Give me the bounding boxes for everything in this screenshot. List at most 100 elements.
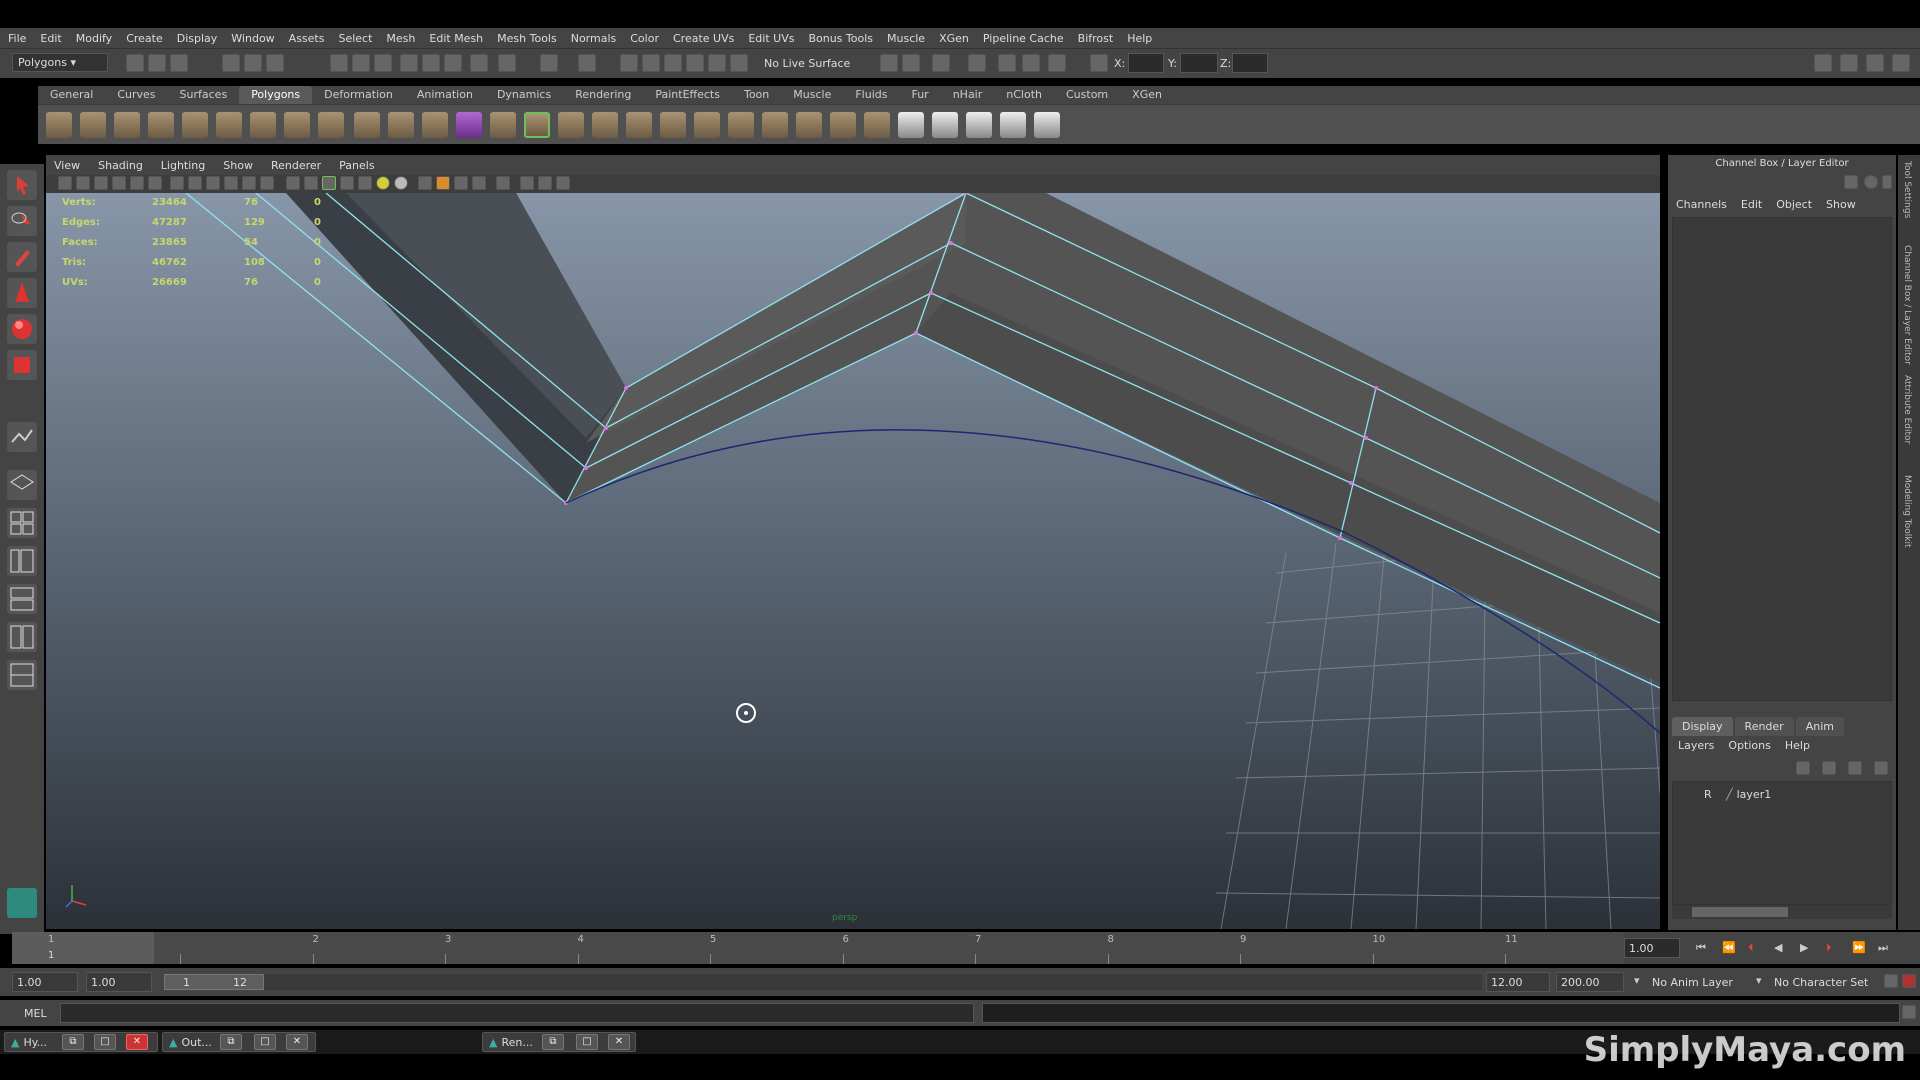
lasso-tool-icon[interactable] (7, 206, 37, 236)
new-layer-selected-icon[interactable] (1822, 761, 1836, 775)
move-tool-icon[interactable] (7, 278, 37, 308)
duplicate-face-icon[interactable] (830, 112, 856, 138)
layer-row[interactable]: R ╱ layer1 (1672, 785, 1884, 803)
camera-attributes-icon[interactable] (76, 176, 90, 190)
automatic-mapping-icon[interactable] (1000, 112, 1026, 138)
select-tool-icon[interactable] (7, 170, 37, 200)
new-scene-icon[interactable] (126, 54, 144, 72)
layer-list-scrollbar[interactable] (1672, 905, 1892, 919)
ambient-occlusion-icon[interactable] (436, 176, 450, 190)
shelf-tab-ncloth[interactable]: nCloth (994, 86, 1054, 104)
poke-icon[interactable] (796, 112, 822, 138)
channel-box-pin-icon[interactable] (1844, 175, 1858, 189)
persp-graph-layout-icon[interactable] (7, 584, 37, 614)
play-forwards-icon[interactable]: ▶ (1800, 941, 1808, 954)
channel-box-menu-channels[interactable]: Channels (1676, 198, 1727, 211)
shelf-tab-painteffects[interactable]: PaintEffects (643, 86, 732, 104)
menu-bifrost[interactable]: Bifrost (1078, 32, 1114, 45)
menu-normals[interactable]: Normals (571, 32, 617, 45)
panel-menu-shading[interactable]: Shading (98, 159, 143, 172)
paint-icon[interactable] (1022, 54, 1040, 72)
shelf-tab-toon[interactable]: Toon (732, 86, 781, 104)
snap-point-icon[interactable] (374, 54, 392, 72)
camera-icon[interactable] (968, 54, 986, 72)
maximize-icon[interactable]: □ (576, 1034, 598, 1050)
sculpt-icon[interactable] (998, 54, 1016, 72)
layer-tab-display[interactable]: Display (1672, 717, 1733, 736)
film-gate-icon[interactable] (188, 176, 202, 190)
layer-visibility-toggle[interactable] (1678, 787, 1696, 801)
render-frame-icon[interactable] (620, 54, 638, 72)
render-settings-icon[interactable] (664, 54, 682, 72)
smooth-shade-icon[interactable] (304, 176, 318, 190)
average-vertices-icon[interactable] (490, 112, 516, 138)
isolate-select-icon[interactable] (496, 176, 510, 190)
channel-box-settings-icon[interactable] (1882, 175, 1892, 189)
shelf-tab-fur[interactable]: Fur (899, 86, 940, 104)
soft-select-icon[interactable] (902, 54, 920, 72)
insert-edge-loop-icon[interactable] (524, 112, 550, 138)
menu-file[interactable]: File (8, 32, 26, 45)
merge-icon[interactable] (728, 112, 754, 138)
wireframe-on-shaded-icon[interactable] (322, 176, 336, 190)
step-forward-key-icon[interactable]: ⏵ (1826, 941, 1832, 955)
show-manipulator-icon[interactable] (932, 54, 950, 72)
character-set-chevron-icon[interactable]: ▾ (1756, 974, 1762, 987)
spherical-mapping-icon[interactable] (966, 112, 992, 138)
playback-end-field[interactable]: 12.00 (1486, 972, 1550, 992)
panel-menu-lighting[interactable]: Lighting (161, 159, 205, 172)
smooth-icon[interactable] (456, 112, 482, 138)
menu-create[interactable]: Create (126, 32, 163, 45)
xray-joints-icon[interactable] (520, 176, 534, 190)
side-tab-modeling-toolkit[interactable]: Modeling Toolkit (1902, 475, 1912, 548)
playback-start-field[interactable]: 1.00 (86, 972, 152, 992)
toggle-channel-box-icon[interactable] (1892, 54, 1910, 72)
channel-box-key-icon[interactable] (1864, 175, 1878, 189)
anim-layer-chevron-icon[interactable]: ▾ (1634, 974, 1640, 987)
panel-menu-renderer[interactable]: Renderer (271, 159, 321, 172)
menu-edit-uvs[interactable]: Edit UVs (748, 32, 794, 45)
select-component-icon[interactable] (266, 54, 284, 72)
anim-layer-label[interactable]: No Anim Layer (1652, 976, 1733, 989)
persp-outliner-layout-icon[interactable] (7, 546, 37, 576)
history-icon[interactable] (444, 54, 462, 72)
anti-aliasing-icon[interactable] (472, 176, 486, 190)
move-layer-up-icon[interactable] (1848, 761, 1862, 775)
panel-menu-panels[interactable]: Panels (339, 159, 374, 172)
poly-pyramid-icon[interactable] (250, 112, 276, 138)
command-input[interactable] (60, 1003, 974, 1023)
menu-edit-mesh[interactable]: Edit Mesh (429, 32, 483, 45)
menu-modify[interactable]: Modify (76, 32, 112, 45)
menu-assets[interactable]: Assets (289, 32, 325, 45)
scale-tool-icon[interactable] (7, 350, 37, 380)
snap-curve-icon[interactable] (352, 54, 370, 72)
animation-start-field[interactable]: 1.00 (12, 972, 78, 992)
range-slider-track[interactable] (264, 974, 1482, 990)
play-backwards-icon[interactable]: ◀ (1774, 941, 1782, 954)
xray-active-components-icon[interactable] (538, 176, 552, 190)
open-scene-icon[interactable] (148, 54, 166, 72)
viewport-renderer-icon[interactable] (556, 176, 570, 190)
panel-menu-show[interactable]: Show (223, 159, 253, 172)
bridge-icon[interactable] (592, 112, 618, 138)
single-pane-layout-icon[interactable] (7, 470, 37, 500)
layer-scrollbar-thumb[interactable] (1692, 907, 1788, 917)
wedge-icon[interactable] (762, 112, 788, 138)
maximize-icon[interactable]: □ (94, 1034, 116, 1050)
restore-icon[interactable]: ⧉ (220, 1034, 242, 1050)
menu-select[interactable]: Select (338, 32, 372, 45)
lock-icon[interactable] (540, 54, 558, 72)
menu-mesh[interactable]: Mesh (386, 32, 415, 45)
perspective-viewport[interactable]: Verts: 23464 76 0 Edges: 47287 129 0 Faces: 23865… (46, 193, 1660, 929)
auto-key-icon[interactable] (1884, 974, 1898, 988)
shelf-tab-surfaces[interactable]: Surfaces (168, 86, 240, 104)
poly-cube-icon[interactable] (80, 112, 106, 138)
layer-color-swatch-icon[interactable]: ╱ (1726, 788, 1733, 801)
shelf-tab-muscle[interactable]: Muscle (781, 86, 843, 104)
poly-pipe-icon[interactable] (284, 112, 310, 138)
menu-xgen[interactable]: XGen (939, 32, 969, 45)
select-camera-icon[interactable] (58, 176, 72, 190)
close-icon[interactable]: ✕ (608, 1034, 630, 1050)
menu-edit[interactable]: Edit (40, 32, 61, 45)
poly-sphere-icon[interactable] (46, 112, 72, 138)
